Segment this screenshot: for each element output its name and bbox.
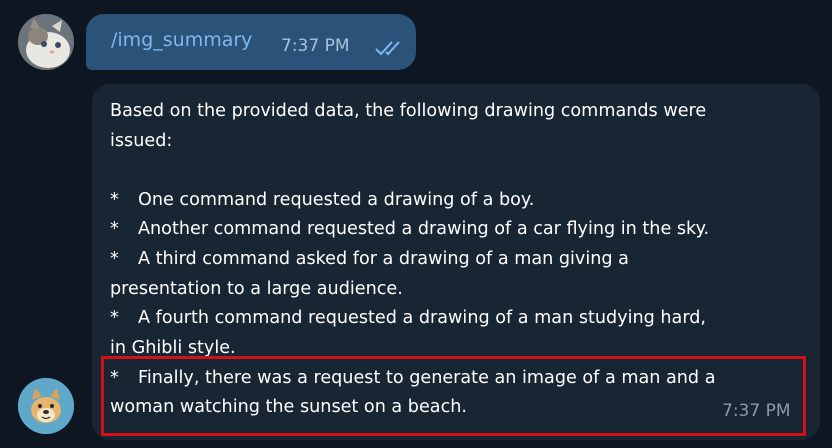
cat-avatar-image [18, 14, 74, 70]
bot-avatar[interactable] [18, 378, 74, 434]
outgoing-timestamp: 7:37 PM [281, 36, 350, 56]
bullet-marker: * [110, 190, 119, 210]
intro-line-1: Based on the provided data, the followin… [110, 101, 707, 121]
list-item-4-text: A fourth command requested a drawing of … [138, 308, 707, 328]
list-item-1-text: One command requested a drawing of a boy… [138, 190, 535, 210]
user-avatar[interactable] [18, 14, 74, 70]
outgoing-message-bubble[interactable]: /img_summary 7:37 PM [86, 14, 416, 70]
intro-line-2: issued: [110, 131, 173, 151]
list-item-2-text: Another command requested a drawing of a… [138, 219, 710, 239]
list-item-3-text: A third command asked for a drawing of a… [138, 249, 629, 269]
bullet-marker: * [110, 219, 119, 239]
dog-avatar-image [18, 378, 74, 434]
highlight-box [101, 356, 806, 436]
command-link[interactable]: /img_summary [111, 29, 252, 51]
list-item-4-continuation: in Ghibli style. [110, 338, 236, 358]
bullet-marker: * [110, 308, 119, 328]
list-item-3-continuation: presentation to a large audience. [110, 279, 403, 299]
double-check-icon [375, 41, 400, 56]
bullet-marker: * [110, 249, 119, 269]
